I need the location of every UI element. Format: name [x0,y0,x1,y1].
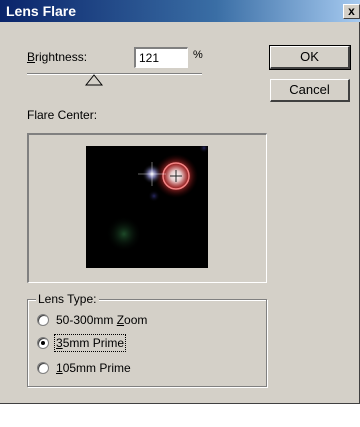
brightness-input[interactable]: 121 [134,47,188,68]
flare-preview[interactable] [86,146,208,268]
flare-center-label: Flare Center: [27,108,98,122]
flare-preview-image [106,146,208,252]
close-button[interactable]: x [343,4,360,19]
radio-label-35mm-prime[interactable]: 35mm Prime [53,334,127,352]
cancel-button[interactable]: Cancel [270,79,350,102]
lens-type-legend: Lens Type: [36,292,99,306]
brightness-slider-track[interactable] [27,73,202,75]
title-bar[interactable]: Lens Flare x [0,0,360,22]
radio-selected-dot [41,341,45,345]
radio-105mm-prime[interactable] [37,362,49,374]
lens-flare-dialog: Lens Flare x Brightness: 121 % OK Cancel… [0,0,360,404]
radio-35mm-prime[interactable] [37,337,49,349]
radio-50-300mm-zoom[interactable] [37,314,49,326]
percent-label: % [193,49,203,61]
brightness-slider-thumb[interactable] [85,74,103,86]
radio-label-105mm-prime[interactable]: 105mm Prime [56,361,131,375]
close-icon: x [348,4,355,18]
dialog-title: Lens Flare [6,3,77,19]
brightness-label: Brightness: [27,50,88,64]
ok-button[interactable]: OK [269,45,351,70]
radio-label-50-300mm-zoom[interactable]: 50-300mm Zoom [56,313,147,327]
